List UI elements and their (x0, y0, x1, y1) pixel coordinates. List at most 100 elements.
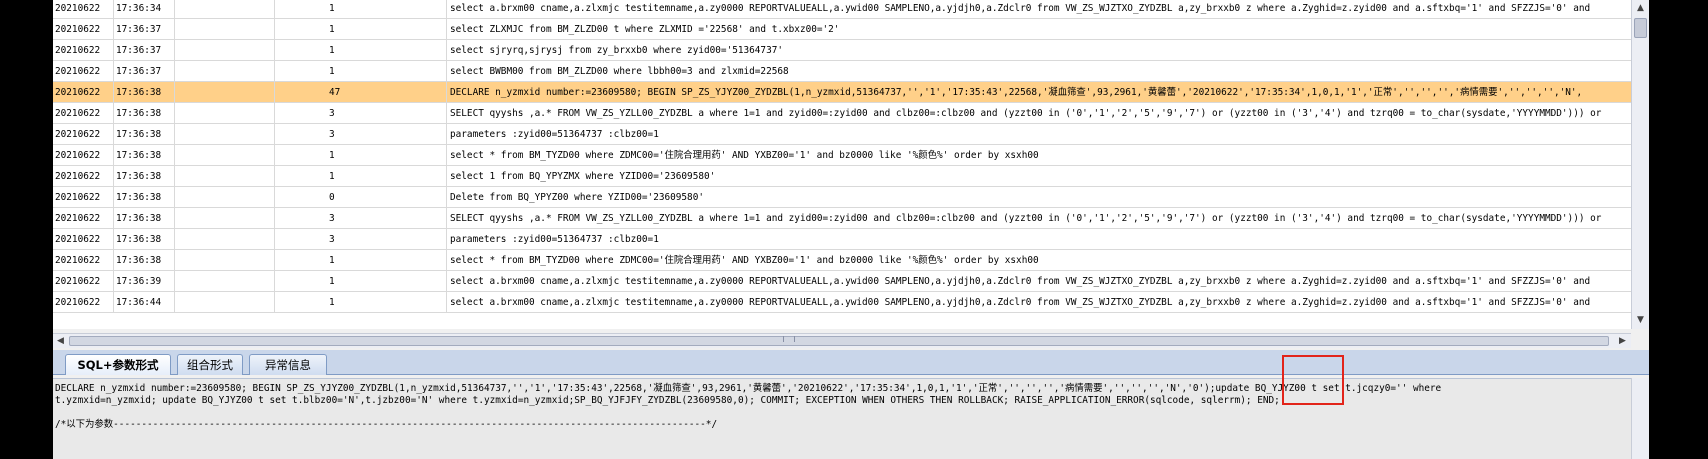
cell-duration: 3 (275, 229, 447, 250)
sql-monitor-window: 20210622 17:36:34 1 select a.brxm00 cname,a… (53, 0, 1649, 459)
detail-line: t.yzmxid=n_yzmxid; update BQ_YJYZ00 t se… (55, 395, 1280, 406)
horizontal-scroll-thumb[interactable] (69, 336, 1609, 346)
cell-time: 17:36:38 (114, 250, 175, 271)
cell-date: 20210622 (53, 145, 114, 166)
cell-date: 20210622 (53, 271, 114, 292)
cell-sql: select BWBM00 from BM_ZLZD00 where lbbh0… (450, 66, 789, 77)
cell-empty (175, 208, 275, 229)
tab-combined[interactable]: 组合形式 (177, 354, 243, 375)
vertical-scroll-thumb[interactable] (1634, 18, 1647, 38)
highlight-annotation-box (1282, 355, 1344, 405)
cell-sql: SELECT qyyshs ,a.* FROM VW_ZS_YZLL00_ZYD… (450, 108, 1602, 119)
scroll-left-arrow-icon[interactable]: ◀ (53, 334, 68, 348)
cell-time: 17:36:37 (114, 61, 175, 82)
cell-sql: DECLARE n_yzmxid number:=23609580; BEGIN… (450, 87, 1583, 98)
grid-vertical-scrollbar[interactable]: ▲ ▼ (1631, 0, 1649, 329)
cell-duration: 1 (275, 61, 447, 82)
cell-sql: select a.brxm00 cname,a.zlxmjc testitemn… (450, 3, 1591, 14)
cell-sql: SELECT qyyshs ,a.* FROM VW_ZS_YZLL00_ZYD… (450, 213, 1602, 224)
table-row[interactable]: 20210622 17:36:38 3 SELECT qyyshs ,a.* FROM… (53, 103, 1631, 124)
cell-date: 20210622 (53, 166, 114, 187)
cell-sql: parameters :zyid00=51364737 :clbz00=1 (450, 234, 659, 245)
cell-empty (175, 166, 275, 187)
table-row[interactable]: 20210622 17:36:37 1 select sjryrq,sjrysj fr… (53, 40, 1631, 61)
cell-sql: select * from BM_TYZD00 where ZDMC00='住院… (450, 255, 1039, 266)
table-row[interactable]: 20210622 17:36:38 1 select * from BM_TYZD00… (53, 250, 1631, 271)
cell-date: 20210622 (53, 292, 114, 313)
cell-empty (175, 250, 275, 271)
cell-duration: 1 (275, 250, 447, 271)
cell-time: 17:36:38 (114, 187, 175, 208)
cell-date: 20210622 (53, 82, 114, 103)
tab-exception[interactable]: 异常信息 (249, 354, 327, 375)
grid-horizontal-scrollbar[interactable]: ◀ ▶ (53, 333, 1631, 348)
table-row[interactable]: 20210622 17:36:38 3 parameters :zyid00=5136… (53, 229, 1631, 250)
cell-empty (175, 229, 275, 250)
cell-date: 20210622 (53, 229, 114, 250)
cell-duration: 47 (275, 82, 447, 103)
cell-date: 20210622 (53, 187, 114, 208)
cell-duration: 1 (275, 271, 447, 292)
cell-date: 20210622 (53, 124, 114, 145)
table-row[interactable]: 20210622 17:36:37 1 select ZLXMJC from BM_Z… (53, 19, 1631, 40)
scroll-grip-icon (783, 336, 795, 342)
cell-time: 17:36:38 (114, 103, 175, 124)
cell-sql: Delete from BQ_YPYZ00 where YZID00='2360… (450, 192, 704, 203)
sql-log-grid[interactable]: 20210622 17:36:34 1 select a.brxm00 cname,a… (53, 0, 1631, 329)
cell-duration: 1 (275, 19, 447, 40)
cell-sql: parameters :zyid00=51364737 :clbz00=1 (450, 129, 659, 140)
cell-time: 17:36:38 (114, 166, 175, 187)
detail-line: /*以下为参数---------------------------------… (55, 419, 718, 430)
cell-empty (175, 61, 275, 82)
cell-time: 17:36:38 (114, 229, 175, 250)
table-row[interactable]: 20210622 17:36:44 1 select a.brxm00 cname,a… (53, 292, 1631, 313)
cell-time: 17:36:38 (114, 208, 175, 229)
table-row[interactable]: 20210622 17:36:38 0 Delete from BQ_YPYZ00 w… (53, 187, 1631, 208)
cell-duration: 1 (275, 145, 447, 166)
cell-time: 17:36:44 (114, 292, 175, 313)
cell-duration: 1 (275, 166, 447, 187)
cell-empty (175, 124, 275, 145)
cell-sql: select ZLXMJC from BM_ZLZD00 t where ZLX… (450, 24, 840, 35)
cell-empty (175, 0, 275, 19)
cell-empty (175, 292, 275, 313)
cell-empty (175, 19, 275, 40)
cell-date: 20210622 (53, 19, 114, 40)
cell-time: 17:36:37 (114, 40, 175, 61)
cell-duration: 0 (275, 187, 447, 208)
table-row[interactable]: 20210622 17:36:38 1 select * from BM_TYZD00… (53, 145, 1631, 166)
table-row[interactable]: 20210622 17:36:38 1 select 1 from BQ_YPYZMX… (53, 166, 1631, 187)
cell-empty (175, 187, 275, 208)
scroll-down-arrow-icon[interactable]: ▼ (1632, 312, 1649, 328)
sql-detail-textarea[interactable]: DECLARE n_yzmxid number:=23609580; BEGIN… (53, 378, 1631, 459)
cell-duration: 1 (275, 292, 447, 313)
scroll-right-arrow-icon[interactable]: ▶ (1615, 334, 1630, 348)
cell-date: 20210622 (53, 0, 114, 19)
cell-duration: 3 (275, 208, 447, 229)
table-row[interactable]: 20210622 17:36:37 1 select BWBM00 from BM_Z… (53, 61, 1631, 82)
cell-sql: select * from BM_TYZD00 where ZDMC00='住院… (450, 150, 1039, 161)
table-row-selected[interactable]: 20210622 17:36:38 47 DECLARE n_yzmxid numbe… (53, 82, 1631, 103)
cell-time: 17:36:38 (114, 145, 175, 166)
tab-sql-params[interactable]: SQL+参数形式 (65, 354, 171, 375)
table-row[interactable]: 20210622 17:36:38 3 parameters :zyid00=5136… (53, 124, 1631, 145)
table-row[interactable]: 20210622 17:36:39 1 select a.brxm00 cname,a… (53, 271, 1631, 292)
detail-vertical-scrollbar[interactable] (1631, 378, 1649, 459)
table-row[interactable]: 20210622 17:36:34 1 select a.brxm00 cname,a… (53, 0, 1631, 19)
cell-empty (175, 103, 275, 124)
cell-sql: select a.brxm00 cname,a.zlxmjc testitemn… (450, 297, 1591, 308)
detail-line: DECLARE n_yzmxid number:=23609580; BEGIN… (55, 383, 1442, 394)
table-row[interactable]: 20210622 17:36:38 3 SELECT qyyshs ,a.* FROM… (53, 208, 1631, 229)
cell-duration: 1 (275, 0, 447, 19)
cell-empty (175, 40, 275, 61)
scroll-up-arrow-icon[interactable]: ▲ (1632, 0, 1649, 16)
detail-tab-bar: SQL+参数形式 组合形式 异常信息 (53, 350, 1649, 375)
cell-empty (175, 271, 275, 292)
cell-sql: select sjryrq,sjrysj from zy_brxxb0 wher… (450, 45, 784, 56)
cell-duration: 3 (275, 103, 447, 124)
cell-sql: select a.brxm00 cname,a.zlxmjc testitemn… (450, 276, 1591, 287)
cell-date: 20210622 (53, 208, 114, 229)
cell-duration: 3 (275, 124, 447, 145)
cell-time: 17:36:34 (114, 0, 175, 19)
cell-sql: select 1 from BQ_YPYZMX where YZID00='23… (450, 171, 716, 182)
